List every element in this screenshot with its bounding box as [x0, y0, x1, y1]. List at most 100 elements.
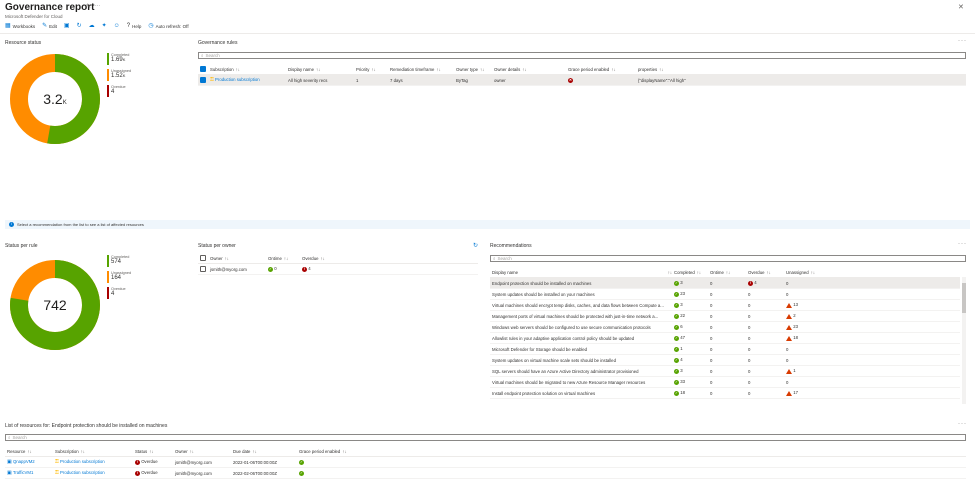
info-bar: i Select a recommendation from the list t…: [5, 220, 970, 229]
recommendation-name: Virtual machines should be migrated to n…: [492, 379, 646, 385]
check-icon: ✓: [674, 335, 679, 341]
col-display-name[interactable]: Display name ↑↓: [286, 67, 354, 72]
legend-completed: Completed 574: [107, 255, 131, 267]
refresh-icon[interactable]: ↻: [473, 242, 478, 249]
check-icon: ✓: [674, 390, 679, 396]
table-row[interactable]: Management ports of virtual machines sho…: [490, 311, 960, 322]
resource-status-total: 3.2K: [43, 91, 67, 107]
col-owner[interactable]: Owner ↑↓: [173, 449, 231, 454]
check-icon: ✓: [674, 324, 679, 330]
workbook-icon: ▦: [5, 23, 11, 29]
col-properties[interactable]: properties ↑↓: [636, 67, 696, 72]
col-resource[interactable]: Resource ↑↓: [5, 449, 53, 454]
table-row[interactable]: ▣ QnappVM2 ⚿ Production subscription! Ove…: [5, 457, 966, 468]
pin-icon[interactable]: ✎: [86, 3, 91, 10]
governance-more-icon[interactable]: ···: [958, 38, 967, 44]
col-priority[interactable]: Priority ↑↓: [354, 67, 388, 72]
col-subscription[interactable]: Subscription ↑↓: [208, 67, 286, 72]
col-completed[interactable]: Completed ↑↓: [672, 270, 708, 275]
table-row[interactable]: Virtual machines should be migrated to n…: [490, 377, 960, 388]
check-icon: ✓: [299, 470, 304, 476]
col-display-name[interactable]: Display name ↑↓: [490, 270, 672, 275]
col-overdue[interactable]: Overdue ↑↓: [300, 256, 340, 261]
warning-icon: [786, 313, 792, 319]
check-icon: ✓: [674, 379, 679, 385]
table-row[interactable]: System updates on virtual machine scale …: [490, 355, 960, 366]
check-icon: ✓: [674, 346, 679, 352]
resources-body: ▣ QnappVM2 ⚿ Production subscription! Ove…: [5, 457, 966, 479]
refresh-button[interactable]: ↻: [77, 23, 82, 29]
check-icon: ✓: [268, 266, 273, 272]
edit-button[interactable]: ✎ Edit: [42, 23, 57, 29]
search-icon: ⌕: [201, 53, 204, 58]
auto-refresh-icon: ◷: [148, 23, 154, 29]
col-remediation-timeframe[interactable]: Remediation timeframe ↑↓: [388, 67, 454, 72]
governance-search-input[interactable]: ⌕ Search: [198, 52, 966, 59]
select-all-checkbox[interactable]: [200, 66, 206, 72]
key-icon: ⚿: [55, 459, 59, 465]
table-row[interactable]: Allowlist rules in your adaptive applica…: [490, 333, 960, 344]
row-checkbox[interactable]: [200, 77, 206, 83]
select-all-checkbox[interactable]: [200, 255, 206, 261]
col-due-date[interactable]: Due date ↑↓: [231, 449, 297, 454]
save-button[interactable]: ▣: [64, 23, 70, 29]
col-status[interactable]: Status ↑↓: [133, 449, 173, 454]
recommendation-name: System updates should be installed on yo…: [492, 291, 595, 297]
recommendation-name: SQL servers should have an Azure Active …: [492, 368, 639, 374]
resources-search-input[interactable]: ⌕ Search: [5, 434, 966, 441]
recommendation-name: Microsoft Defender for Storage should be…: [492, 346, 588, 352]
share-button[interactable]: ☁: [89, 23, 95, 29]
page-subtitle: Microsoft Defender for Cloud: [5, 14, 63, 19]
feedback-button[interactable]: ☺: [114, 23, 120, 29]
search-icon: ⌕: [493, 256, 496, 261]
col-ontime[interactable]: Ontime ↑↓: [266, 256, 300, 261]
table-row[interactable]: Windows web servers should be configured…: [490, 322, 960, 333]
pin-button[interactable]: ✦: [102, 23, 107, 29]
pin-icon: ✦: [101, 23, 107, 29]
recommendation-name: Management ports of virtual machines sho…: [492, 313, 659, 319]
help-button[interactable]: ? Help: [127, 23, 142, 29]
table-row[interactable]: Virtual machines should encrypt temp dis…: [490, 300, 960, 311]
col-subscription[interactable]: Subscription ↑↓: [53, 449, 133, 454]
col-owner[interactable]: Owner ↑↓: [208, 256, 266, 261]
vm-icon: ▣: [7, 470, 12, 476]
governance-rules-title: Governance rules: [198, 40, 238, 46]
status-per-rule-legend: Completed 574 Unassigned 164 Overdue 4: [107, 255, 131, 303]
table-row[interactable]: Microsoft Defender for Storage should be…: [490, 344, 960, 355]
table-row[interactable]: SQL servers should have an Azure Active …: [490, 366, 960, 377]
table-row[interactable]: Install endpoint protection solution on …: [490, 388, 960, 399]
recommendations-search-input[interactable]: ⌕ Search: [490, 255, 966, 262]
row-checkbox[interactable]: [200, 266, 206, 272]
resources-list-title: List of resources for: Endpoint protecti…: [5, 423, 168, 429]
close-icon[interactable]: ✕: [958, 3, 964, 11]
legend-overdue: Overdue 4: [107, 287, 131, 299]
recommendation-name: Allowlist rules in your adaptive applica…: [492, 335, 635, 341]
legend-unassigned: Unassigned 164: [107, 271, 131, 283]
error-icon: !: [302, 266, 307, 272]
col-grace-period[interactable]: Grace period enabled ↑↓: [297, 449, 367, 454]
share-icon: ☁: [88, 23, 95, 29]
legend-completed: Completed 1.69K: [107, 53, 131, 65]
more-options-icon[interactable]: ···: [95, 3, 100, 9]
col-ontime[interactable]: Ontime ↑↓: [708, 270, 746, 275]
col-owner-details[interactable]: Owner details ↑↓: [492, 67, 566, 72]
table-row[interactable]: System updates should be installed on yo…: [490, 289, 960, 300]
legend-overdue: Overdue 4: [107, 85, 131, 97]
scrollbar-thumb[interactable]: [962, 283, 966, 313]
table-row[interactable]: Endpoint protection should be installed …: [490, 278, 960, 289]
status-per-rule-total: 742: [43, 297, 67, 313]
recommendations-more-icon[interactable]: ···: [958, 241, 967, 247]
disabled-icon: ✕: [568, 77, 573, 83]
col-owner-type[interactable]: Owner type ↑↓: [454, 67, 492, 72]
table-row[interactable]: jsmith@myorg.com ✓ 0 ! 4: [198, 264, 478, 275]
col-overdue[interactable]: Overdue ↑↓: [746, 270, 784, 275]
workbooks-button[interactable]: ▦ Workbooks: [5, 23, 35, 29]
resources-more-icon[interactable]: ···: [958, 421, 967, 427]
table-row[interactable]: ⚿ Production subscription All high sever…: [198, 75, 966, 86]
col-unassigned[interactable]: Unassigned ↑↓: [784, 270, 834, 275]
recommendations-scrollbar[interactable]: [962, 277, 966, 404]
auto-refresh-button[interactable]: ◷ Auto refresh: Off: [148, 23, 188, 29]
col-grace-period[interactable]: Grace period enabled ↑↓: [566, 67, 636, 72]
governance-rules-table: Subscription ↑↓ Display name ↑↓ Priority ↑↓…: [198, 64, 966, 86]
table-row[interactable]: ▣ TrafficVM1 ⚿ Production subscription! O…: [5, 468, 966, 479]
